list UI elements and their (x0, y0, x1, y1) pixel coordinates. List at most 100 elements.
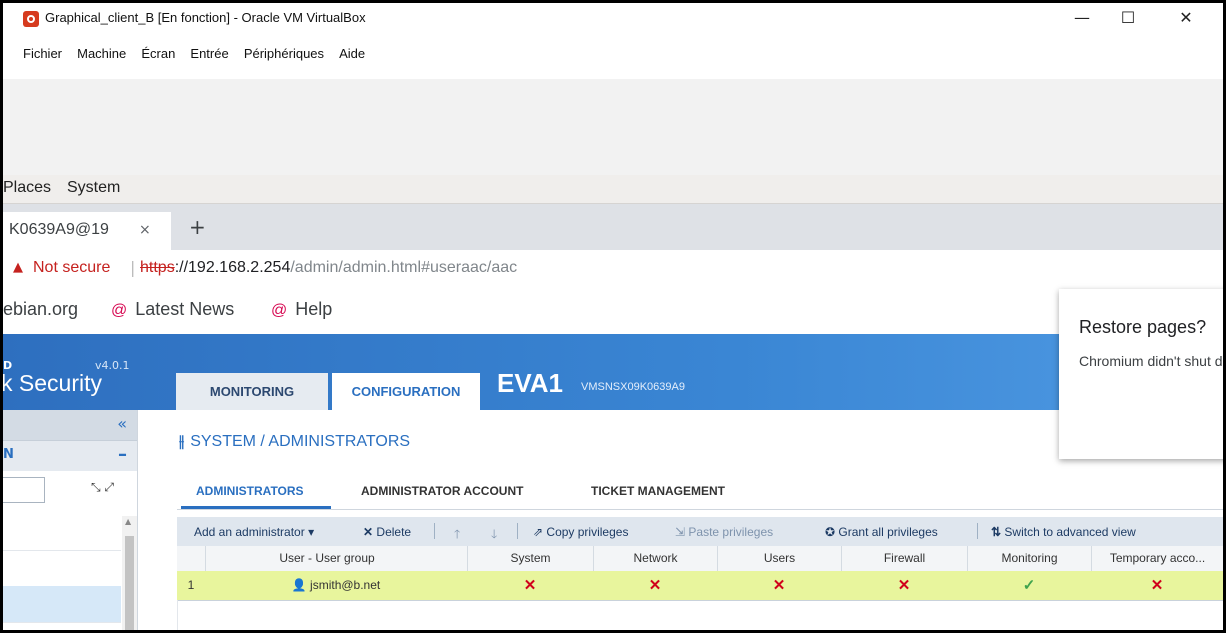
vbox-menubar: Fichier Machine Écran Entrée Périphériqu… (3, 33, 1223, 79)
delete-icon: ✕ (363, 525, 374, 539)
bookmark-help-label: Help (295, 299, 333, 319)
privilege-users-denied[interactable]: ✕ (717, 571, 841, 600)
menu-peripheriques[interactable]: Périphériques (244, 46, 324, 61)
address-separator: | (130, 258, 136, 277)
new-tab-button[interactable]: + (189, 215, 206, 239)
toolbar-separator (517, 523, 518, 539)
move-up-button[interactable]: 🡑 (454, 525, 460, 546)
sidebar: « N – ⤡ ⤢ ▲ (3, 410, 138, 630)
browser-tabstrip: K0639A9@19 × + (3, 204, 1223, 250)
admin-page: D v4.0.1 k Security MONITORING CONFIGURA… (3, 334, 1223, 630)
sidebar-tree-item[interactable] (3, 516, 121, 551)
table-row[interactable]: 1 👤 jsmith@b.net ✕ ✕ ✕ ✕ ✓ ✕ (177, 571, 1223, 601)
switch-advanced-view-button[interactable]: ⇅ Switch to advanced view (991, 525, 1136, 539)
collapse-section-icon[interactable]: – (118, 444, 127, 465)
browser-tab[interactable]: K0639A9@19 × (3, 212, 171, 250)
bookmark-debian[interactable]: ebian.org (3, 299, 78, 320)
tab-monitoring[interactable]: MONITORING (176, 373, 328, 410)
grant-all-privileges-button[interactable]: ✪ Grant all privileges (825, 525, 938, 539)
page-title-text: SYSTEM / ADMINISTRATORS (190, 433, 411, 450)
scrollbar-thumb[interactable] (125, 536, 134, 630)
firewall-serial: VMSNSX09K0639A9 (581, 381, 685, 393)
privilege-firewall-denied[interactable]: ✕ (841, 571, 967, 600)
privilege-network-denied[interactable]: ✕ (593, 571, 717, 600)
tab-close-icon[interactable]: × (139, 222, 151, 238)
column-header-users[interactable]: Users (717, 546, 841, 571)
sidebar-tree (3, 516, 121, 630)
copy-privileges-button[interactable]: ⇗ Copy privileges (533, 525, 628, 539)
bookmark-help[interactable]: @ Help (271, 299, 332, 320)
desktop-top-panel: Places System (3, 175, 1223, 204)
warning-icon: ▲ (13, 260, 23, 275)
sidebar-tree-item[interactable] (3, 550, 121, 587)
guest-desktop-area (3, 79, 1223, 175)
scroll-up-arrow-icon[interactable]: ▲ (125, 517, 131, 526)
copy-icon: ⇗ (533, 525, 544, 539)
privilege-system-denied[interactable]: ✕ (467, 571, 593, 600)
subtab-administrators[interactable]: ADMINISTRATORS (196, 484, 304, 498)
row-index: 1 (187, 578, 195, 592)
minimize-button[interactable]: — (1059, 3, 1105, 33)
paste-privileges-button[interactable]: ⇲ Paste privileges (675, 525, 773, 539)
restore-popup-body: Chromium didn't shut down correctly. (1079, 353, 1223, 369)
panel-places[interactable]: Places (3, 179, 51, 197)
url-scheme: https (140, 259, 175, 276)
tab-configuration[interactable]: CONFIGURATION (332, 373, 480, 410)
add-administrator-label: Add an administrator (194, 525, 305, 539)
url-host: ://192.168.2.254 (174, 259, 291, 276)
menu-entree[interactable]: Entrée (190, 46, 228, 61)
tab-title: K0639A9@19 (9, 221, 109, 238)
column-header-user[interactable]: User - User group (205, 546, 448, 571)
collapse-sidebar-icon[interactable]: « (117, 414, 127, 433)
column-header-temporary-account[interactable]: Temporary acco... (1091, 546, 1223, 571)
sidebar-scrollbar[interactable]: ▲ (122, 516, 137, 630)
switch-arrows-icon: ⇅ (991, 525, 1002, 539)
switch-advanced-view-label: Switch to advanced view (1004, 525, 1136, 539)
firewall-name: EVA1 (497, 368, 563, 398)
grant-all-privileges-label: Grant all privileges (838, 525, 938, 539)
sidebar-search-input[interactable] (3, 477, 45, 503)
settings-sliders-icon: ⫲ (179, 433, 185, 450)
privilege-monitoring-granted[interactable]: ✓ (967, 571, 1091, 600)
grid-header: User - User group System Network Users F… (177, 546, 1223, 572)
debian-swirl-icon: @ (111, 302, 128, 319)
column-header-system[interactable]: System (467, 546, 593, 571)
close-window-button[interactable]: ✕ (1163, 3, 1209, 33)
delete-button[interactable]: ✕ Delete (363, 525, 411, 539)
expand-all-icon[interactable]: ⤡ ⤢ (91, 480, 114, 495)
sidebar-section-header[interactable]: N – (3, 440, 137, 471)
restore-pages-popup: Restore pages? Chromium didn't shut down… (1059, 289, 1223, 459)
copy-privileges-label: Copy privileges (546, 525, 629, 539)
menu-fichier[interactable]: Fichier (23, 46, 62, 61)
add-administrator-button[interactable]: Add an administrator ▾ (194, 525, 314, 539)
not-secure-label[interactable]: Not secure (33, 259, 110, 277)
menu-aide[interactable]: Aide (339, 46, 365, 61)
brand-logo-text: k Security (3, 370, 102, 396)
menu-ecran[interactable]: Écran (141, 46, 175, 61)
toolbar-separator (434, 523, 435, 539)
star-badge-icon: ✪ (825, 525, 836, 539)
subtab-administrator-account[interactable]: ADMINISTRATOR ACCOUNT (361, 484, 523, 498)
bookmark-latest-news-label: Latest News (135, 299, 235, 319)
sidebar-tree-item-selected[interactable] (3, 586, 121, 623)
url-text[interactable]: https://192.168.2.254/admin/admin.html#u… (140, 259, 517, 277)
menu-machine[interactable]: Machine (77, 46, 126, 61)
subtab-ticket-management[interactable]: TICKET MANAGEMENT (591, 484, 725, 498)
address-bar[interactable]: ▲ Not secure | https://192.168.2.254/adm… (3, 250, 1223, 286)
privilege-temporary-denied[interactable]: ✕ (1091, 571, 1223, 600)
bookmarks-bar: ebian.org @ Latest News @ Help (3, 286, 1223, 335)
window-title: Graphical_client_B [En fonction] - Oracl… (45, 10, 366, 25)
paste-privileges-label: Paste privileges (688, 525, 774, 539)
column-header-network[interactable]: Network (593, 546, 717, 571)
column-header-index (177, 546, 205, 571)
sidebar-section-label: N (3, 447, 14, 462)
bookmark-latest-news[interactable]: @ Latest News (111, 299, 234, 320)
move-down-button[interactable]: 🡓 (491, 525, 497, 546)
maximize-button[interactable]: ☐ (1105, 3, 1151, 33)
column-header-firewall[interactable]: Firewall (841, 546, 967, 571)
grid-body-empty (177, 600, 1223, 630)
sidebar-header: « (3, 410, 137, 440)
panel-system[interactable]: System (67, 179, 120, 197)
app-header-banner: D v4.0.1 k Security MONITORING CONFIGURA… (3, 334, 1223, 410)
column-header-monitoring[interactable]: Monitoring (967, 546, 1091, 571)
